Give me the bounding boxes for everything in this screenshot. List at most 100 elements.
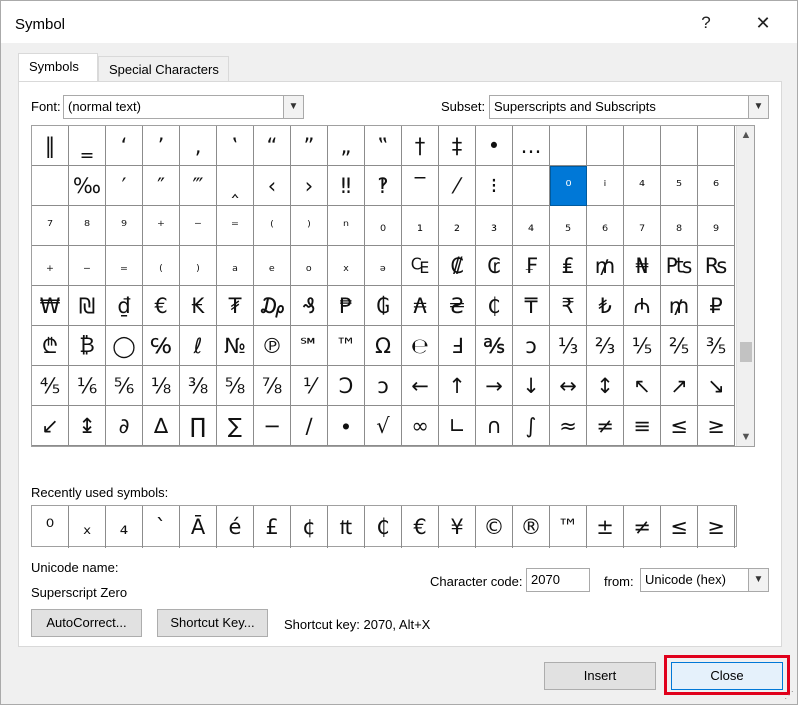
- recent-symbol-cell[interactable]: ₵: [365, 506, 402, 548]
- symbol-cell[interactable]: ⁽: [254, 206, 291, 246]
- symbol-cell[interactable]: №: [217, 326, 254, 366]
- symbol-cell[interactable]: ↄ: [365, 366, 402, 406]
- symbol-cell[interactable]: ←: [402, 366, 439, 406]
- symbol-cell[interactable]: ‗: [69, 126, 106, 166]
- symbol-cell[interactable]: ℓ: [180, 326, 217, 366]
- symbol-cell[interactable]: ₈: [661, 206, 698, 246]
- symbol-cell[interactable]: ⁼: [217, 206, 254, 246]
- symbol-cell[interactable]: ∏: [180, 406, 217, 446]
- symbol-cell[interactable]: −: [254, 406, 291, 446]
- symbol-cell[interactable]: ₉: [698, 206, 735, 246]
- recent-symbol-cell[interactable]: ₶: [328, 506, 365, 548]
- recent-symbol-cell[interactable]: ₓ: [69, 506, 106, 548]
- symbol-cell[interactable]: ∑: [217, 406, 254, 446]
- symbol-cell[interactable]: ₹: [550, 286, 587, 326]
- recent-symbol-cell[interactable]: é: [217, 506, 254, 548]
- symbol-cell[interactable]: ⅖: [661, 326, 698, 366]
- symbol-cell[interactable]: ℁: [476, 326, 513, 366]
- recent-symbol-cell[interactable]: ⁰: [32, 506, 69, 548]
- symbol-cell[interactable]: ₣: [513, 246, 550, 286]
- subset-select[interactable]: Superscripts and Subscripts ▼: [489, 95, 769, 119]
- font-select[interactable]: (normal text) ▼: [63, 95, 304, 119]
- symbol-cell[interactable]: ⅓: [550, 326, 587, 366]
- symbol-cell[interactable]: ⁺: [143, 206, 180, 246]
- scroll-thumb[interactable]: [740, 342, 752, 362]
- recent-symbol-cell[interactable]: ™: [550, 506, 587, 548]
- symbol-cell[interactable]: ⁶: [698, 166, 735, 206]
- symbol-cell[interactable]: …: [513, 126, 550, 166]
- recent-symbol-cell[interactable]: `: [143, 506, 180, 548]
- symbol-cell[interactable]: ₐ: [217, 246, 254, 286]
- shortcut-key-button[interactable]: Shortcut Key...: [157, 609, 268, 637]
- symbol-cell[interactable]: €: [143, 286, 180, 326]
- recent-symbol-cell[interactable]: ±: [587, 506, 624, 548]
- symbol-cell[interactable]: ≠: [587, 406, 624, 446]
- symbol-cell[interactable]: ₽: [698, 286, 735, 326]
- symbol-cell[interactable]: ₂: [439, 206, 476, 246]
- symbol-cell[interactable]: [513, 166, 550, 206]
- symbol-cell[interactable]: ⁿ: [328, 206, 365, 246]
- from-select[interactable]: Unicode (hex) ▼: [640, 568, 769, 592]
- symbol-cell[interactable]: ₔ: [365, 246, 402, 286]
- recent-symbol-cell[interactable]: ¥: [439, 506, 476, 548]
- symbol-cell[interactable]: ⁸: [69, 206, 106, 246]
- symbol-cell[interactable]: ℅: [143, 326, 180, 366]
- recent-symbol-cell[interactable]: Ā: [180, 506, 217, 548]
- symbol-cell[interactable]: ≤: [661, 406, 698, 446]
- symbol-cell[interactable]: ₪: [69, 286, 106, 326]
- scroll-up-icon[interactable]: ▲: [737, 126, 755, 144]
- symbol-cell[interactable]: ₾: [32, 326, 69, 366]
- insert-button[interactable]: Insert: [544, 662, 656, 690]
- symbol-cell[interactable]: ₰: [291, 286, 328, 326]
- symbol-cell[interactable]: [624, 126, 661, 166]
- chevron-down-icon[interactable]: ▼: [748, 569, 768, 591]
- symbol-cell[interactable]: ↖: [624, 366, 661, 406]
- symbol-cell[interactable]: ⅙: [69, 366, 106, 406]
- autocorrect-button[interactable]: AutoCorrect...: [31, 609, 142, 637]
- symbol-cell[interactable]: ’: [143, 126, 180, 166]
- symbol-cell[interactable]: ₃: [476, 206, 513, 246]
- symbol-cell[interactable]: Ω: [365, 326, 402, 366]
- symbol-cell[interactable]: ↘: [698, 366, 735, 406]
- symbol-cell[interactable]: ₸: [513, 286, 550, 326]
- symbol-cell[interactable]: [698, 126, 735, 166]
- recent-symbol-cell[interactable]: ≥: [698, 506, 735, 548]
- symbol-cell[interactable]: ₥: [587, 246, 624, 286]
- recent-symbol-cell[interactable]: £: [254, 506, 291, 548]
- symbol-cell[interactable]: [32, 166, 69, 206]
- symbol-cell[interactable]: ↨: [69, 406, 106, 446]
- character-code-field[interactable]: 2070: [526, 568, 590, 592]
- symbol-cell[interactable]: ₑ: [254, 246, 291, 286]
- resize-grip-icon[interactable]: ⋰: [784, 690, 794, 701]
- symbol-cell[interactable]: „: [328, 126, 365, 166]
- symbol-cell[interactable]: ∞: [402, 406, 439, 446]
- symbol-cell[interactable]: †: [402, 126, 439, 166]
- symbol-cell[interactable]: ₤: [550, 246, 587, 286]
- symbol-cell[interactable]: ∕: [291, 406, 328, 446]
- symbol-cell[interactable]: ₳: [402, 286, 439, 326]
- symbol-cell[interactable]: ∫: [513, 406, 550, 446]
- symbol-cell[interactable]: ≡: [624, 406, 661, 446]
- symbol-cell[interactable]: ₆: [587, 206, 624, 246]
- symbol-cell[interactable]: ”: [291, 126, 328, 166]
- symbol-cell[interactable]: ⅕: [624, 326, 661, 366]
- recent-symbol-cell[interactable]: ¢: [291, 506, 328, 548]
- symbol-cell[interactable]: ₇: [624, 206, 661, 246]
- symbol-cell[interactable]: ‚: [180, 126, 217, 166]
- symbol-cell[interactable]: ≥: [698, 406, 735, 446]
- symbol-cell[interactable]: ‾: [402, 166, 439, 206]
- recent-symbol-cell[interactable]: ≠: [624, 506, 661, 548]
- symbol-cell[interactable]: ⅔: [587, 326, 624, 366]
- symbol-cell[interactable]: ₢: [476, 246, 513, 286]
- symbol-cell[interactable]: ₌: [106, 246, 143, 286]
- symbol-cell[interactable]: ₩: [32, 286, 69, 326]
- symbol-cell[interactable]: Ⅎ: [439, 326, 476, 366]
- symbol-cell[interactable]: ₓ: [328, 246, 365, 286]
- symbol-cell[interactable]: ₦: [624, 246, 661, 286]
- symbol-cell[interactable]: ₵: [476, 286, 513, 326]
- symbol-cell[interactable]: ‘: [106, 126, 143, 166]
- symbol-cell[interactable]: ₺: [587, 286, 624, 326]
- symbol-cell[interactable]: Ↄ: [328, 366, 365, 406]
- symbol-cell[interactable]: ‼: [328, 166, 365, 206]
- symbol-cell[interactable]: ⁴: [624, 166, 661, 206]
